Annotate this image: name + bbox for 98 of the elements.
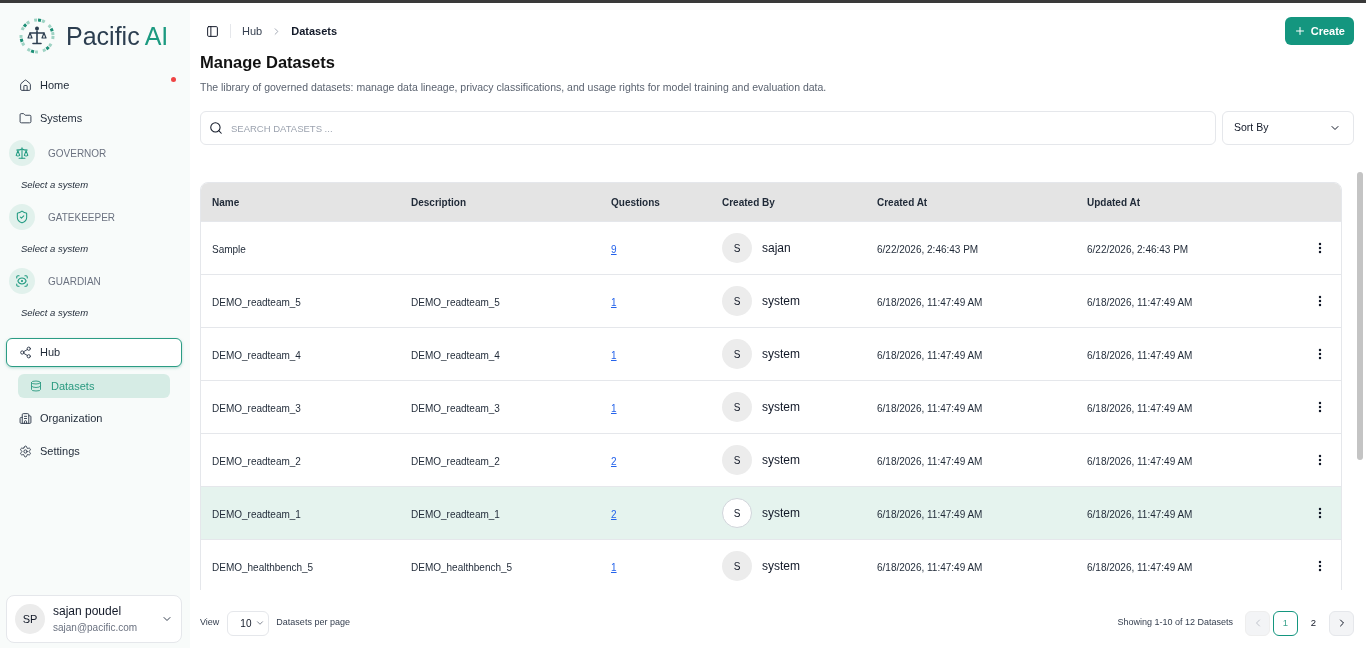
- user-name: sajan poudel: [53, 603, 123, 619]
- table-cell: 6/18/2026, 11:47:49 AM: [877, 297, 983, 308]
- column-header: Description: [410, 195, 467, 210]
- scrollbar-thumb[interactable]: [1357, 172, 1363, 460]
- table-cell: DEMO_readteam_4: [411, 350, 500, 361]
- table-cell: DEMO_readteam_2: [212, 456, 301, 467]
- table-cell: DEMO_readteam_2: [411, 456, 500, 467]
- creator-name: system: [762, 293, 800, 310]
- system-caption: Select a system: [20, 306, 90, 320]
- folder-icon: [19, 112, 32, 125]
- table-cell: 6/18/2026, 11:47:49 AM: [877, 456, 983, 467]
- column-header: Created At: [876, 195, 929, 210]
- home-icon: [19, 79, 32, 92]
- table-cell: DEMO_readteam_5: [212, 297, 301, 308]
- shield-check-icon: [9, 204, 35, 230]
- user-avatar: SP: [15, 604, 45, 634]
- nav-item[interactable]: Organization: [0, 402, 190, 435]
- logo-icon: [18, 17, 56, 55]
- search-field[interactable]: SEARCH DATASETS ...: [200, 111, 1216, 145]
- table-cell: 6/18/2026, 11:47:49 AM: [1087, 456, 1193, 467]
- table-cell: 6/22/2026, 2:46:43 PM: [877, 244, 979, 255]
- table-row[interactable]: DEMO_readteam_1 DEMO_readteam_1 2 S system 6/18/2026, 11:47:49 AM 6/18/2026, 11:47:49 AM: [201, 486, 1341, 539]
- creator-name: system: [762, 346, 800, 363]
- page-button[interactable]: 2: [1301, 610, 1326, 636]
- nav-item[interactable]: Hub: [6, 338, 182, 367]
- creator-name: system: [762, 452, 800, 469]
- creator-name: system: [762, 399, 800, 416]
- system-item[interactable]: GATEKEEPER: [0, 203, 190, 231]
- table-cell: 6/22/2026, 2:46:43 PM: [1087, 244, 1189, 255]
- table-cell: DEMO_readteam_3: [212, 403, 301, 414]
- page-size-select[interactable]: 10: [227, 610, 270, 636]
- creator-name: system: [762, 558, 800, 575]
- nav-item[interactable]: Home: [0, 69, 190, 102]
- user-avatar: S: [722, 551, 752, 581]
- user-avatar: S: [722, 392, 752, 422]
- user-avatar: S: [722, 339, 752, 369]
- column-header: Updated At: [1086, 195, 1141, 210]
- table-cell: DEMO_readteam_1: [411, 509, 500, 520]
- user-avatar: S: [722, 445, 752, 475]
- table-cell: DEMO_readteam_5: [411, 297, 500, 308]
- table-cell: DEMO_readteam_3: [411, 403, 500, 414]
- search-icon: [209, 121, 223, 135]
- user-avatar: S: [722, 498, 752, 528]
- questions-link[interactable]: 9: [611, 244, 617, 255]
- table-cell: 6/18/2026, 11:47:49 AM: [1087, 350, 1193, 361]
- table-cell: 6/18/2026, 11:47:49 AM: [877, 350, 983, 361]
- creator-name: system: [762, 505, 800, 522]
- pagination-summary: Showing 1-10 of 12 Datasets: [1117, 616, 1233, 630]
- table-cell: 6/18/2026, 11:47:49 AM: [1087, 297, 1193, 308]
- nav-item[interactable]: Systems: [0, 102, 190, 135]
- table-cell: 6/18/2026, 11:47:49 AM: [877, 509, 983, 520]
- create-button[interactable]: Create: [1284, 17, 1354, 45]
- table-cell: 6/18/2026, 11:47:49 AM: [877, 403, 983, 414]
- table-cell: 6/18/2026, 11:47:49 AM: [1087, 509, 1193, 520]
- sort-dropdown[interactable]: Sort By: [1222, 111, 1354, 145]
- share-nodes-icon: [19, 346, 32, 359]
- nav-item[interactable]: Settings: [0, 435, 190, 468]
- column-header: Name: [211, 195, 241, 210]
- table-cell: Sample: [212, 244, 246, 255]
- chevron-down-icon: [255, 618, 266, 628]
- system-caption: Select a system: [20, 178, 90, 192]
- creator-name: sajan: [762, 240, 791, 257]
- column-header: Created By: [721, 195, 776, 210]
- logo-text: Pacific AI: [66, 21, 169, 52]
- system-caption: Select a system: [20, 242, 90, 256]
- system-item[interactable]: GOVERNOR: [0, 139, 190, 167]
- table-cell: DEMO_readteam_1: [212, 509, 301, 520]
- user-avatar: S: [722, 286, 752, 316]
- breadcrumb-item[interactable]: Hub: [242, 22, 263, 40]
- table-cell: DEMO_healthbench_5: [212, 562, 314, 573]
- questions-link[interactable]: 2: [611, 509, 617, 520]
- sidebar-toggle-icon[interactable]: [206, 24, 219, 38]
- per-page-label: Datasets per page: [276, 616, 350, 630]
- page-description: The library of governed datasets: manage data lineage, privacy classifications, and usage rights for model training and evaluation data.: [200, 80, 828, 95]
- user-avatar: S: [722, 233, 752, 263]
- database-icon: [30, 380, 42, 392]
- column-header: Questions: [610, 195, 661, 210]
- plus-icon: [1293, 25, 1306, 37]
- scale-icon: [9, 140, 35, 166]
- system-item[interactable]: GUARDIAN: [0, 267, 190, 295]
- table-cell: 6/18/2026, 11:47:49 AM: [877, 562, 983, 573]
- questions-link[interactable]: 1: [611, 297, 617, 308]
- table-cell: 6/18/2026, 11:47:49 AM: [1087, 403, 1193, 414]
- user-card[interactable]: SP sajan poudel sajan@pacific.com: [6, 595, 182, 643]
- questions-link[interactable]: 2: [611, 456, 617, 467]
- questions-link[interactable]: 1: [611, 403, 617, 414]
- table-cell: DEMO_readteam_4: [212, 350, 301, 361]
- table-cell: DEMO_healthbench_5: [411, 562, 513, 573]
- table-cell: 6/18/2026, 11:47:49 AM: [1087, 562, 1193, 573]
- user-email: sajan@pacific.com: [53, 620, 139, 635]
- breadcrumb-item: Datasets: [291, 23, 338, 39]
- settings-icon: [19, 445, 32, 458]
- eye-scan-icon: [9, 268, 35, 294]
- building-icon: [19, 412, 32, 425]
- view-label: View: [200, 616, 220, 630]
- questions-link[interactable]: 1: [611, 350, 617, 361]
- questions-link[interactable]: 1: [611, 562, 617, 573]
- page-title: Manage Datasets: [200, 52, 336, 73]
